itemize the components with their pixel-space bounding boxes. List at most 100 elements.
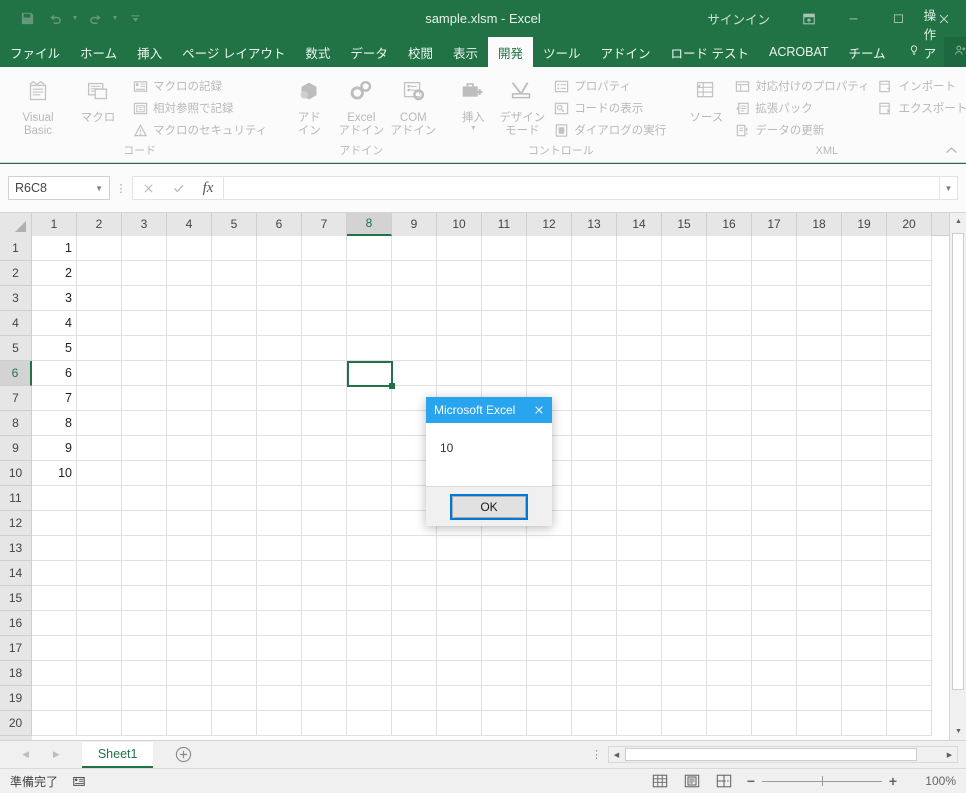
cell-R1C9[interactable] [392, 236, 437, 261]
cell-R1C18[interactable] [797, 236, 842, 261]
cell-R6C1[interactable]: 6 [32, 361, 77, 386]
cell-R12C17[interactable] [752, 511, 797, 536]
cell-R4C6[interactable] [257, 311, 302, 336]
excel-add-ins-button[interactable]: Excel アドイン [335, 71, 387, 138]
cell-R14C20[interactable] [887, 561, 932, 586]
column-header-8[interactable]: 8 [347, 213, 392, 236]
redo-dropdown-icon[interactable]: ▼ [110, 6, 120, 32]
cell-R15C10[interactable] [437, 586, 482, 611]
sheet-tab-sheet1[interactable]: Sheet1 [82, 742, 154, 768]
cell-R17C16[interactable] [707, 636, 752, 661]
cell-R19C10[interactable] [437, 686, 482, 711]
cell-R4C8[interactable] [347, 311, 392, 336]
cell-R14C7[interactable] [302, 561, 347, 586]
cell-R4C16[interactable] [707, 311, 752, 336]
cell-R1C14[interactable] [617, 236, 662, 261]
cell-R2C11[interactable] [482, 261, 527, 286]
column-header-9[interactable]: 9 [392, 213, 437, 236]
cell-R14C16[interactable] [707, 561, 752, 586]
cell-R20C7[interactable] [302, 711, 347, 736]
zoom-slider[interactable] [762, 770, 882, 792]
column-header-16[interactable]: 16 [707, 213, 752, 236]
cell-R6C12[interactable] [527, 361, 572, 386]
cell-R15C16[interactable] [707, 586, 752, 611]
cell-R11C19[interactable] [842, 486, 887, 511]
column-header-19[interactable]: 19 [842, 213, 887, 236]
cell-R7C7[interactable] [302, 386, 347, 411]
cell-R7C3[interactable] [122, 386, 167, 411]
cell-R7C2[interactable] [77, 386, 122, 411]
cell-R10C19[interactable] [842, 461, 887, 486]
cell-R19C15[interactable] [662, 686, 707, 711]
share-button[interactable]: 共有 [944, 37, 966, 67]
cell-R16C17[interactable] [752, 611, 797, 636]
cell-R5C12[interactable] [527, 336, 572, 361]
row-header-19[interactable]: 19 [0, 686, 32, 711]
cell-R1C6[interactable] [257, 236, 302, 261]
cell-R17C5[interactable] [212, 636, 257, 661]
cell-R13C13[interactable] [572, 536, 617, 561]
cell-R19C6[interactable] [257, 686, 302, 711]
cell-R19C7[interactable] [302, 686, 347, 711]
cancel-icon[interactable] [133, 177, 163, 199]
cell-R11C1[interactable] [32, 486, 77, 511]
cell-R19C11[interactable] [482, 686, 527, 711]
redo-icon[interactable] [82, 6, 108, 32]
cell-R9C7[interactable] [302, 436, 347, 461]
cell-R4C5[interactable] [212, 311, 257, 336]
cell-R19C16[interactable] [707, 686, 752, 711]
view-code-button[interactable]: コードの表示 [549, 97, 670, 119]
cell-R6C6[interactable] [257, 361, 302, 386]
cell-R3C14[interactable] [617, 286, 662, 311]
cell-R14C19[interactable] [842, 561, 887, 586]
cell-R6C20[interactable] [887, 361, 932, 386]
select-all-corner[interactable] [0, 213, 32, 236]
collapse-ribbon-chevron-icon[interactable] [945, 144, 958, 158]
cell-R12C15[interactable] [662, 511, 707, 536]
cell-R11C6[interactable] [257, 486, 302, 511]
cell-R4C15[interactable] [662, 311, 707, 336]
row-header-7[interactable]: 7 [0, 386, 32, 411]
cell-R14C9[interactable] [392, 561, 437, 586]
cell-R13C20[interactable] [887, 536, 932, 561]
cell-R17C8[interactable] [347, 636, 392, 661]
cell-R8C8[interactable] [347, 411, 392, 436]
cell-R16C7[interactable] [302, 611, 347, 636]
cell-R2C2[interactable] [77, 261, 122, 286]
cell-R3C10[interactable] [437, 286, 482, 311]
cell-R18C14[interactable] [617, 661, 662, 686]
column-header-14[interactable]: 14 [617, 213, 662, 236]
expand-formula-bar-icon[interactable]: ▼ [940, 176, 958, 200]
cell-R17C11[interactable] [482, 636, 527, 661]
cell-R15C19[interactable] [842, 586, 887, 611]
macro-security-button[interactable]: マクロのセキュリティ [128, 119, 271, 141]
cell-R4C3[interactable] [122, 311, 167, 336]
cell-R19C20[interactable] [887, 686, 932, 711]
cell-R1C11[interactable] [482, 236, 527, 261]
cell-R9C19[interactable] [842, 436, 887, 461]
xml-source-button[interactable]: ソース [682, 71, 730, 125]
cell-R3C3[interactable] [122, 286, 167, 311]
macros-button[interactable]: マクロ [68, 71, 128, 125]
cell-R6C3[interactable] [122, 361, 167, 386]
cell-R16C12[interactable] [527, 611, 572, 636]
cell-R6C10[interactable] [437, 361, 482, 386]
cell-R10C18[interactable] [797, 461, 842, 486]
cell-R16C19[interactable] [842, 611, 887, 636]
cell-R14C8[interactable] [347, 561, 392, 586]
cell-R2C9[interactable] [392, 261, 437, 286]
tab-developer[interactable]: 開発 [488, 37, 533, 67]
formula-bar-handle[interactable]: ⋮ [110, 182, 132, 195]
cell-R8C13[interactable] [572, 411, 617, 436]
use-relative-references-button[interactable]: 相対参照で記録 [128, 97, 271, 119]
cell-R6C9[interactable] [392, 361, 437, 386]
cell-R4C14[interactable] [617, 311, 662, 336]
formula-input[interactable] [223, 176, 940, 200]
column-header-18[interactable]: 18 [797, 213, 842, 236]
cell-R20C2[interactable] [77, 711, 122, 736]
cell-R10C5[interactable] [212, 461, 257, 486]
cell-R16C18[interactable] [797, 611, 842, 636]
cell-R3C12[interactable] [527, 286, 572, 311]
tab-data[interactable]: データ [340, 37, 398, 67]
cell-R7C14[interactable] [617, 386, 662, 411]
